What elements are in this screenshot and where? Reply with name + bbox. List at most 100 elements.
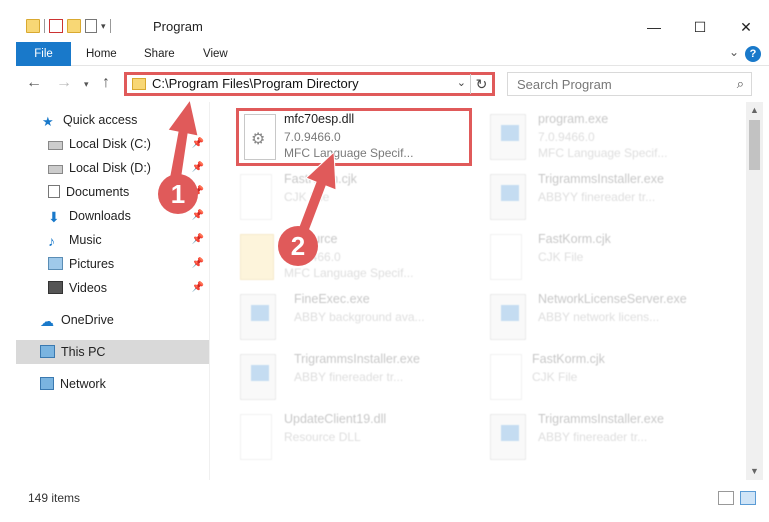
pictures-icon (48, 257, 63, 270)
window-title: Program (153, 19, 203, 34)
sidebar-item-local-disk-c[interactable]: Local Disk (C:) 📌 (48, 132, 208, 156)
sidebar-item-network[interactable]: Network (40, 372, 206, 396)
search-icon[interactable]: ⌕ (737, 76, 744, 92)
search-box[interactable]: Search Program ⌕ (507, 72, 752, 96)
file-name: program.exe (538, 112, 609, 126)
tab-home[interactable]: Home (86, 42, 117, 66)
sidebar-item-music[interactable]: ♪ Music 📌 (48, 228, 208, 252)
sidebar-item-videos[interactable]: Videos 📌 (48, 276, 208, 300)
sidebar-item-quick-access[interactable]: ★ Quick access (42, 108, 206, 132)
sidebar-item-onedrive[interactable]: ☁ OneDrive (40, 308, 206, 332)
network-icon (40, 377, 54, 390)
file-item[interactable]: FastKorm.cjk CJK File (488, 348, 738, 408)
pin-icon[interactable]: 📌 (192, 132, 204, 156)
file-name: NetworkLicenseServer.exe (538, 292, 687, 306)
pin-icon[interactable]: 📌 (192, 252, 204, 276)
up-arrow-icon[interactable]: ↑ (102, 74, 110, 92)
large-icons-view-icon[interactable] (740, 491, 756, 505)
file-name: TrigrammsInstaller.exe (538, 172, 664, 186)
sidebar-item-label: Music (69, 233, 102, 247)
document-icon (240, 174, 272, 220)
file-type: CJK File (284, 190, 330, 204)
properties-icon[interactable] (49, 19, 63, 33)
file-description: ABBY background ava... (294, 310, 425, 324)
sidebar-item-downloads[interactable]: ⬇ Downloads 📌 (48, 204, 208, 228)
star-icon: ★ (42, 114, 54, 129)
app-icon (490, 174, 526, 220)
file-item[interactable]: UpdateClient19.dll Resource DLL (238, 408, 488, 468)
file-item[interactable]: NetworkLicenseServer.exe ABBY network li… (488, 288, 738, 348)
pin-icon[interactable]: 📌 (192, 180, 204, 204)
file-version: 7.0.9466.0 (538, 130, 595, 144)
file-item[interactable]: program.exe 7.0.9466.0 MFC Language Spec… (488, 108, 738, 168)
new-folder-icon[interactable] (67, 19, 81, 33)
tab-share[interactable]: Share (144, 42, 175, 66)
file-description: MFC Language Specif... (538, 146, 668, 160)
file-description: MFC Language Specif... (284, 266, 414, 280)
sidebar-item-label: Documents (66, 185, 130, 199)
scroll-up-icon[interactable]: ▲ (746, 102, 763, 119)
sidebar-item-label: Pictures (69, 257, 115, 271)
sidebar-item-label: Videos (69, 281, 107, 295)
sidebar-item-label: Quick access (63, 113, 138, 127)
sidebar-item-label: Local Disk (C:) (69, 137, 151, 151)
navigation-bar: ← → ▾ ↑ C:\Program Files\Program Directo… (16, 66, 769, 102)
file-item[interactable]: FastKorm.cjk CJK File (238, 168, 488, 228)
divider (44, 19, 45, 33)
help-button[interactable]: ? (745, 46, 761, 62)
recent-locations-chevron-icon[interactable]: ▾ (84, 79, 89, 90)
close-button[interactable]: ✕ (723, 12, 769, 42)
navigation-pane: ★ Quick access Local Disk (C:) 📌 Local Di… (16, 102, 210, 480)
app-icon (240, 294, 276, 340)
chevron-down-icon[interactable]: ▾ (101, 21, 106, 32)
file-name: FineExec.exe (294, 292, 370, 306)
folder-icon (132, 78, 146, 90)
file-description: ABBY network licens... (538, 310, 660, 324)
download-icon: ⬇ (48, 209, 60, 225)
pin-icon[interactable]: 📌 (192, 276, 204, 300)
title-bar: ▾ Program — ☐ ✕ (16, 12, 769, 42)
vertical-scrollbar[interactable]: ▲ ▼ (746, 102, 763, 480)
pin-icon[interactable]: 📌 (192, 228, 204, 252)
divider (109, 19, 111, 33)
expand-ribbon-icon[interactable]: ⌄ (729, 45, 739, 59)
details-view-icon[interactable] (718, 491, 734, 505)
file-item[interactable]: TrigrammsInstaller.exe ABBY finereader t… (488, 408, 738, 468)
onedrive-icon: ☁ (40, 313, 54, 329)
tab-view[interactable]: View (203, 42, 228, 66)
sidebar-item-label: OneDrive (61, 313, 114, 327)
file-item[interactable]: FastKorm.cjk CJK File (488, 228, 738, 288)
file-item[interactable]: TrigrammsInstaller.exe ABBYY finereader … (488, 168, 738, 228)
maximize-button[interactable]: ☐ (677, 12, 723, 42)
sidebar-item-documents[interactable]: Documents 📌 (48, 180, 208, 204)
videos-icon (48, 281, 63, 294)
pin-icon[interactable]: 📌 (192, 204, 204, 228)
chevron-down-icon[interactable]: ⌄ (457, 76, 466, 89)
sidebar-item-this-pc[interactable]: This PC (16, 340, 209, 364)
refresh-icon[interactable]: ↻ (470, 74, 492, 94)
file-item[interactable]: TrigrammsInstaller.exe ABBY finereader t… (238, 348, 488, 408)
forward-arrow-icon[interactable]: → (56, 74, 72, 92)
address-bar[interactable]: C:\Program Files\Program Directory ⌄ ↻ (124, 72, 495, 96)
file-name: TrigrammsInstaller.exe (538, 412, 664, 426)
scroll-thumb[interactable] (749, 120, 760, 170)
minimize-button[interactable]: — (631, 12, 677, 42)
tab-file[interactable]: File (16, 42, 71, 66)
sidebar-item-pictures[interactable]: Pictures 📌 (48, 252, 208, 276)
file-item[interactable]: Resource 7.0.9466.0 MFC Language Specif.… (238, 228, 488, 288)
back-arrow-icon[interactable]: ← (26, 74, 42, 92)
folder-icon (26, 19, 40, 33)
sidebar-item-local-disk-d[interactable]: Local Disk (D:) 📌 (48, 156, 208, 180)
search-input[interactable]: Search Program (517, 77, 612, 92)
scroll-down-icon[interactable]: ▼ (746, 463, 763, 480)
file-description: ABBY finereader tr... (538, 430, 648, 444)
sidebar-item-label: Downloads (69, 209, 131, 223)
file-name: UpdateClient19.dll (284, 412, 387, 426)
address-path[interactable]: C:\Program Files\Program Directory (152, 76, 359, 91)
sidebar-item-label: This PC (61, 345, 106, 359)
computer-icon (40, 345, 55, 358)
file-item[interactable]: FineExec.exe ABBY background ava... (238, 288, 488, 348)
pin-icon[interactable]: 📌 (192, 156, 204, 180)
status-bar: 149 items (16, 486, 769, 510)
customize-toolbar-icon[interactable] (85, 19, 97, 33)
